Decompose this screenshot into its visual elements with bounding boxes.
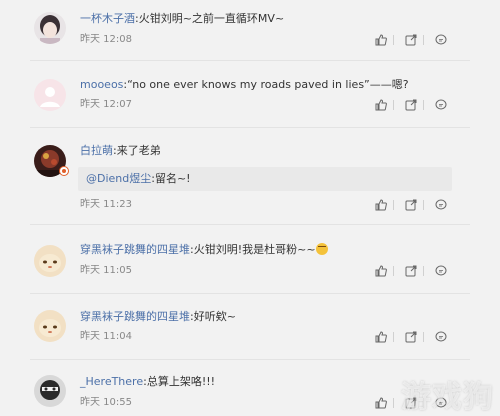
comment-icon[interactable] xyxy=(434,98,448,112)
verified-badge-icon xyxy=(59,166,69,176)
divider xyxy=(393,200,394,210)
share-icon[interactable] xyxy=(404,198,418,212)
quoted-line: @Diend煜尘:留名~! xyxy=(86,172,191,186)
quoted-text: 留名~! xyxy=(154,172,191,185)
thumbs-up-icon[interactable] xyxy=(374,264,388,278)
share-icon[interactable] xyxy=(404,98,418,112)
comment-line: 穿黑袜子跳舞的四星堆:火钳刘明!我是杜哥粉~~ xyxy=(80,243,328,257)
divider xyxy=(423,100,424,110)
comment-text: 火钳刘明!我是杜哥粉~~ xyxy=(193,243,316,256)
username-link[interactable]: 一杯木子酒 xyxy=(80,12,135,25)
comment-actions xyxy=(374,330,454,344)
watermark-text: 游戏狗 xyxy=(401,380,494,415)
comment-icon[interactable] xyxy=(434,330,448,344)
comment-text: “no one ever knows my roads paved in lie… xyxy=(127,78,409,91)
mention-link[interactable]: @Diend煜尘 xyxy=(86,172,151,185)
divider xyxy=(393,35,394,45)
timestamp: 昨天 11:04 xyxy=(80,331,132,342)
comment-actions xyxy=(374,98,454,112)
comment-text: 好听欸~ xyxy=(193,310,236,323)
comment-item: 一杯木子酒:火钳刘明~之前一直循环MV~ 昨天 12:08 xyxy=(0,0,500,57)
comment-item: 白拉萌:来了老弟 @Diend煜尘:留名~! 昨天 11:23 xyxy=(0,128,500,224)
share-icon[interactable] xyxy=(404,330,418,344)
username-link[interactable]: _HereThere xyxy=(80,375,143,388)
comment-item: 穿黑袜子跳舞的四星堆:火钳刘明!我是杜哥粉~~ 昨天 11:05 xyxy=(0,225,500,293)
comment-icon[interactable] xyxy=(434,264,448,278)
divider xyxy=(423,35,424,45)
username-link[interactable]: 白拉萌 xyxy=(80,144,113,157)
quoted-comment: @Diend煜尘:留名~! xyxy=(78,167,452,191)
share-icon[interactable] xyxy=(404,33,418,47)
timestamp: 昨天 11:05 xyxy=(80,265,132,276)
avatar[interactable] xyxy=(34,12,66,44)
comment-line: 白拉萌:来了老弟 xyxy=(80,144,161,158)
username-link[interactable]: 穿黑袜子跳舞的四星堆 xyxy=(80,310,190,323)
emoji-icon xyxy=(315,243,328,255)
watermark-logo: 游戏狗 xyxy=(356,368,500,415)
divider xyxy=(423,266,424,276)
comment-actions xyxy=(374,33,454,47)
comment-actions xyxy=(374,198,454,212)
divider xyxy=(423,332,424,342)
thumbs-up-icon[interactable] xyxy=(374,330,388,344)
timestamp: 昨天 11:23 xyxy=(80,199,132,210)
divider xyxy=(393,266,394,276)
comment-line: 一杯木子酒:火钳刘明~之前一直循环MV~ xyxy=(80,12,284,26)
comment-actions xyxy=(374,264,454,278)
comment-text: 来了老弟 xyxy=(116,144,161,157)
divider xyxy=(393,332,394,342)
divider xyxy=(393,100,394,110)
share-icon[interactable] xyxy=(404,264,418,278)
thumbs-up-icon[interactable] xyxy=(374,33,388,47)
comment-item: mooeos:“no one ever knows my roads paved… xyxy=(0,61,500,127)
timestamp: 昨天 12:07 xyxy=(80,99,132,110)
comment-item: 穿黑袜子跳舞的四星堆:好听欸~ 昨天 11:04 xyxy=(0,294,500,359)
avatar[interactable] xyxy=(34,375,66,407)
thumbs-up-icon[interactable] xyxy=(374,198,388,212)
timestamp: 昨天 10:55 xyxy=(80,397,132,408)
comment-icon[interactable] xyxy=(434,198,448,212)
comment-line: _HereThere:总算上架咯!!! xyxy=(80,375,215,389)
username-link[interactable]: 穿黑袜子跳舞的四星堆 xyxy=(80,243,190,256)
thumbs-up-icon[interactable] xyxy=(374,98,388,112)
comment-icon[interactable] xyxy=(434,33,448,47)
divider xyxy=(423,200,424,210)
avatar[interactable] xyxy=(34,310,66,342)
comment-line: 穿黑袜子跳舞的四星堆:好听欸~ xyxy=(80,310,236,324)
timestamp: 昨天 12:08 xyxy=(80,34,132,45)
avatar[interactable] xyxy=(34,245,66,277)
comment-line: mooeos:“no one ever knows my roads paved… xyxy=(80,78,409,92)
avatar[interactable] xyxy=(34,79,66,111)
comment-text: 总算上架咯!!! xyxy=(146,375,216,388)
comment-text: 火钳刘明~之前一直循环MV~ xyxy=(138,12,285,25)
username-link[interactable]: mooeos xyxy=(80,78,123,91)
